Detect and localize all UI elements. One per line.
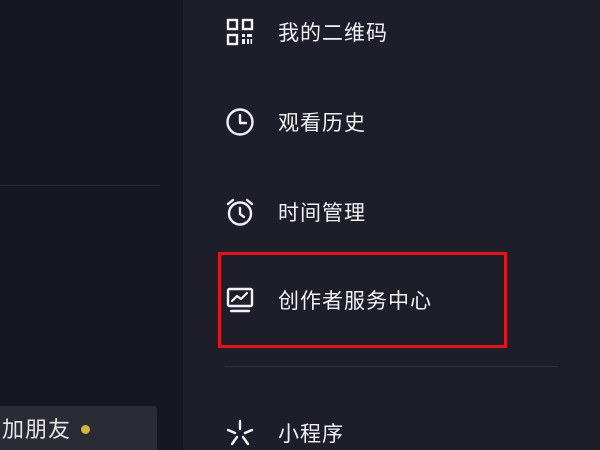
left-divider	[0, 185, 160, 186]
menu-divider	[225, 366, 558, 367]
add-friend-button[interactable]: 加朋友	[0, 406, 157, 450]
menu-item-time-management[interactable]: 时间管理	[183, 182, 600, 242]
menu-item-label: 我的二维码	[278, 21, 388, 45]
menu-item-label: 小程序	[278, 422, 344, 446]
clock-icon	[225, 107, 255, 137]
menu-item-label: 时间管理	[278, 201, 366, 225]
creator-chart-icon	[225, 285, 255, 315]
menu-item-mini-program[interactable]: 小程序	[183, 403, 600, 450]
left-pane: 加朋友	[0, 0, 183, 450]
add-friend-label: 加朋友	[2, 418, 72, 443]
alarm-clock-icon	[225, 197, 255, 227]
side-drawer-menu: 我的二维码 观看历史 时间管理 创作者服务中心 小程序	[183, 0, 600, 450]
menu-item-watch-history[interactable]: 观看历史	[183, 92, 600, 152]
notification-dot	[81, 424, 91, 434]
menu-item-my-qr-code[interactable]: 我的二维码	[183, 2, 600, 62]
qr-code-icon	[225, 17, 255, 47]
mini-program-icon	[225, 418, 255, 448]
menu-item-creator-service-center[interactable]: 创作者服务中心	[183, 270, 600, 330]
menu-item-label: 观看历史	[278, 111, 366, 135]
menu-item-label: 创作者服务中心	[278, 289, 432, 313]
